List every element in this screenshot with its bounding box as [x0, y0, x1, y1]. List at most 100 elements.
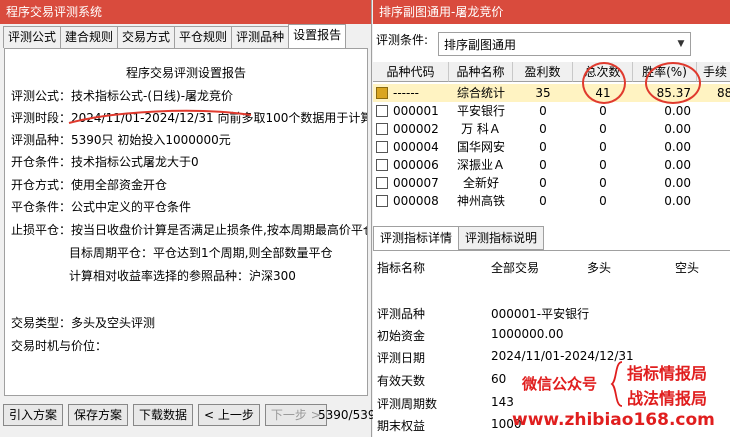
tab-formula[interactable]: 评测公式: [3, 26, 62, 48]
left-tabbar: 评测公式 建合规则 交易方式 平仓规则 评测品种 设置报告: [3, 24, 347, 48]
table-row[interactable]: 000001 平安银行 0 0 0.00: [373, 102, 730, 120]
report-line-instruments: 评测品种：5390只 初始投入1000000元: [11, 133, 231, 147]
detail-header-all: 全部交易: [491, 261, 540, 275]
detail-label: 评测日期: [377, 351, 426, 365]
report-heading: 程序交易评测设置报告: [125, 66, 246, 80]
chevron-down-icon[interactable]: ▼: [672, 33, 690, 55]
col-header-name[interactable]: 品种名称: [449, 62, 513, 82]
cell-profit: 0: [539, 194, 547, 208]
tab-report[interactable]: 设置报告: [288, 24, 347, 48]
cell-total: 0: [599, 104, 607, 118]
tab-close-rules[interactable]: 平仓规则: [174, 26, 233, 48]
cell-profit: 0: [539, 158, 547, 172]
cell-fee: 88: [717, 86, 730, 100]
tab-trade-mode[interactable]: 交易方式: [117, 26, 176, 48]
detail-value: 1000000.00: [491, 327, 564, 341]
cell-code: 000004: [393, 140, 439, 154]
col-header-profit[interactable]: 盈利数: [513, 62, 573, 82]
report-line-timing: 交易时机与价位：: [11, 339, 108, 353]
table-row[interactable]: 000002 万 科Ａ 0 0 0.00: [373, 120, 730, 138]
detail-header-short: 空头: [675, 261, 700, 275]
cell-code: ------: [393, 86, 419, 100]
cell-total: 0: [599, 194, 607, 208]
report-line-close-cond: 平仓条件：公式中定义的平仓条件: [11, 200, 192, 214]
cell-winrate: 0.00: [664, 140, 691, 154]
detail-value: 000001-平安银行: [491, 307, 590, 321]
left-window: 程序交易评测系统 评测公式 建合规则 交易方式 平仓规则 评测品种 设置报告 程…: [0, 0, 383, 437]
watermark-line1: 指标情报局: [627, 364, 708, 383]
highlight-circle-total: [582, 62, 626, 104]
left-window-title: 程序交易评测系统: [0, 0, 371, 24]
table-row[interactable]: 000006 深振业Ａ 0 0 0.00: [373, 156, 730, 174]
watermark-label: 微信公众号: [522, 375, 598, 393]
table-row[interactable]: 000004 国华网安 0 0 0.00: [373, 138, 730, 156]
condition-select-value: 排序副图通用: [444, 38, 517, 52]
cell-total: 0: [599, 158, 607, 172]
right-window-title: 排序副图通用-屠龙竞价: [373, 0, 730, 24]
cell-profit: 0: [539, 122, 547, 136]
folder-icon: [376, 87, 388, 99]
cell-name: 平安银行: [456, 104, 505, 118]
tab-metric-description[interactable]: 评测指标说明: [458, 226, 545, 250]
report-line-open-cond: 开仓条件：技术指标公式屠龙大于0: [11, 155, 199, 169]
cell-total: 0: [599, 176, 607, 190]
document-icon: [376, 141, 388, 153]
detail-header-metric: 指标名称: [377, 261, 426, 275]
left-button-row: 引入方案 保存方案 下载数据 < 上一步 下一步 >: [3, 404, 327, 428]
document-icon: [376, 159, 388, 171]
cell-name: 全新好: [462, 176, 499, 190]
highlight-circle-winrate: [645, 62, 701, 104]
col-header-code[interactable]: 品种代码: [373, 62, 449, 82]
table-row[interactable]: 000008 神州高铁 0 0 0.00: [373, 192, 730, 210]
cell-name: 综合统计: [456, 86, 505, 100]
watermark-line2: 战法情报局: [627, 389, 708, 408]
cell-winrate: 0.00: [664, 122, 691, 136]
detail-label: 期末权益: [377, 419, 426, 433]
cell-profit: 0: [539, 104, 547, 118]
col-header-fee[interactable]: 手续: [697, 62, 730, 82]
cell-profit: 0: [539, 176, 547, 190]
cell-code: 000008: [393, 194, 439, 208]
cell-total: 0: [599, 140, 607, 154]
detail-label: 评测周期数: [377, 397, 438, 411]
cell-profit: 0: [539, 140, 547, 154]
report-panel: 程序交易评测设置报告 评测公式：技术指标公式-(日线)-屠龙竞价 评测时段：20…: [4, 48, 368, 396]
save-scheme-button[interactable]: 保存方案: [68, 404, 129, 426]
condition-select[interactable]: 排序副图通用 ▼: [438, 32, 691, 56]
condition-label: 评测条件:: [376, 33, 429, 47]
report-line-stoploss: 止损平仓：按当日收盘价计算是否满足止损条件,按本周期最高价平仓: [11, 223, 368, 237]
cell-profit: 35: [535, 86, 551, 100]
report-line-benchmark: 计算相对收益率选择的参照品种：沪深300: [69, 269, 296, 283]
cell-name: 国华网安: [456, 140, 505, 154]
table-row[interactable]: 000007 全新好 0 0 0.00: [373, 174, 730, 192]
cell-name: 万 科Ａ: [461, 122, 501, 136]
report-line-open-mode: 开仓方式：使用全部资金开仓: [11, 178, 168, 192]
document-icon: [376, 195, 388, 207]
cell-name: 深振业Ａ: [456, 158, 505, 172]
download-data-button[interactable]: 下载数据: [133, 404, 194, 426]
detail-label: 有效天数: [377, 374, 426, 388]
highlight-underline: [68, 109, 252, 124]
document-icon: [376, 177, 388, 189]
tab-open-rules[interactable]: 建合规则: [60, 26, 119, 48]
document-icon: [376, 123, 388, 135]
cell-winrate: 0.00: [664, 194, 691, 208]
tab-metric-details[interactable]: 评测指标详情: [373, 226, 460, 250]
cell-name: 神州高铁: [456, 194, 505, 208]
tab-instruments[interactable]: 评测品种: [231, 26, 290, 48]
cell-winrate: 0.00: [664, 104, 691, 118]
import-scheme-button[interactable]: 引入方案: [3, 404, 64, 426]
cell-total: 0: [599, 122, 607, 136]
cell-code: 000006: [393, 158, 439, 172]
cell-code: 000002: [393, 122, 439, 136]
document-icon: [376, 105, 388, 117]
report-line-formula: 评测公式：技术指标公式-(日线)-屠龙竞价: [11, 89, 234, 103]
detail-value: 60: [491, 372, 507, 386]
detail-tabbar: 评测指标详情 评测指标说明: [373, 226, 545, 250]
prev-step-button[interactable]: < 上一步: [198, 404, 260, 426]
report-line-trade-type: 交易类型：多头及空头评测: [11, 316, 156, 330]
brace-icon: [610, 361, 623, 407]
detail-label: 评测品种: [377, 307, 426, 321]
detail-header-long: 多头: [587, 261, 612, 275]
detail-label: 初始资金: [377, 329, 426, 343]
